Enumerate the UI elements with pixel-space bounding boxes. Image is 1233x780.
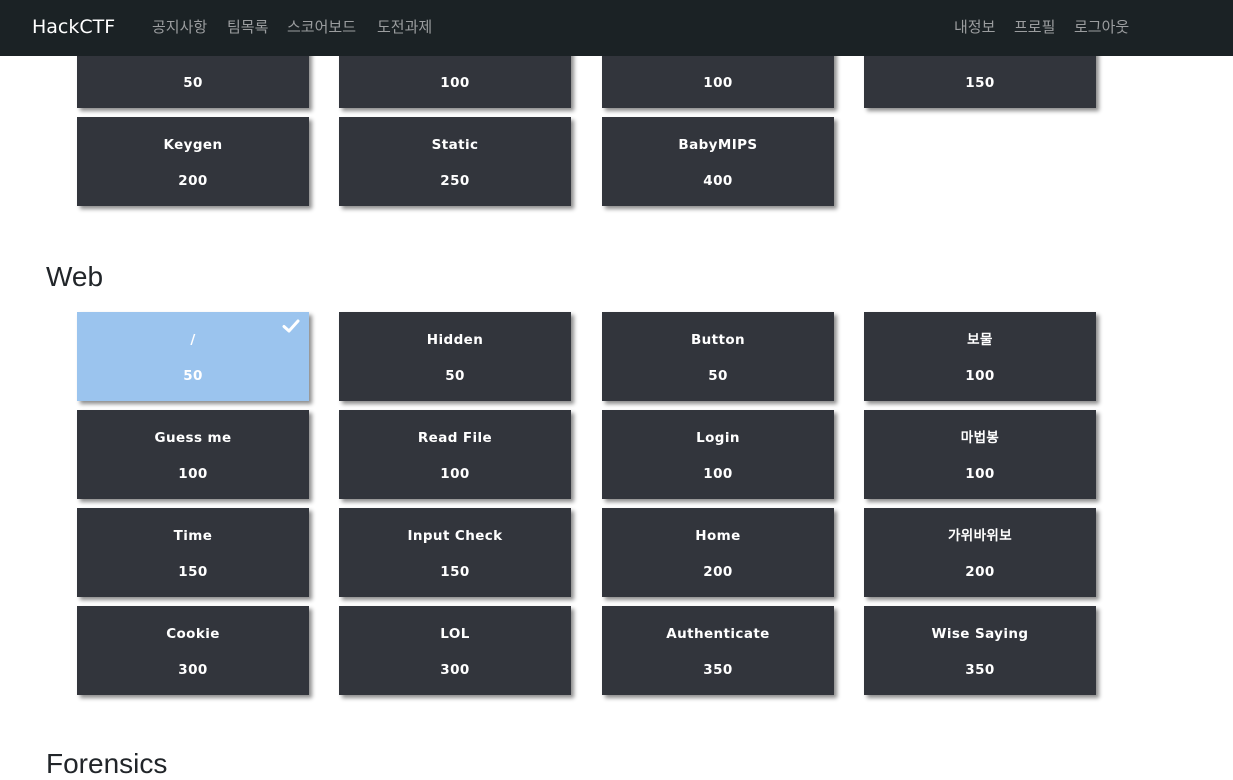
challenge-card[interactable]: 가위바위보 200	[864, 508, 1096, 597]
nav-link-logout[interactable]: 로그아웃	[1074, 17, 1129, 37]
nav-link-notices[interactable]: 공지사항	[152, 17, 207, 37]
challenge-points: 150	[440, 564, 470, 580]
challenge-name: Login	[696, 430, 740, 446]
challenge-card[interactable]: LOL 300	[339, 606, 571, 695]
challenge-card[interactable]: Hidden 50	[339, 312, 571, 401]
challenge-card[interactable]: Button 50	[602, 312, 834, 401]
challenge-card[interactable]: Read File 100	[339, 410, 571, 499]
challenge-name: /	[190, 332, 196, 348]
challenge-points: 200	[965, 564, 995, 580]
challenge-name: Button	[690, 332, 746, 348]
challenge-name: Time	[173, 528, 213, 544]
challenge-points: 350	[703, 662, 733, 678]
nav-link-profile[interactable]: 프로필	[1014, 17, 1055, 37]
challenge-points: 50	[183, 75, 203, 91]
section-title-web: Web	[46, 261, 104, 292]
challenge-name: 가위바위보	[947, 528, 1013, 544]
challenge-points: 150	[965, 75, 995, 91]
challenge-card[interactable]: Wise Saying 350	[864, 606, 1096, 695]
challenge-card[interactable]: BabyMIPS 400	[602, 117, 834, 206]
section-title-forensics: Forensics	[46, 748, 168, 779]
brand-logo[interactable]: HackCTF	[32, 14, 115, 40]
challenge-points: 300	[178, 662, 208, 678]
challenge-name: Guess me	[154, 430, 232, 446]
challenge-card[interactable]: Guess me 100	[77, 410, 309, 499]
challenge-name: Hidden	[426, 332, 484, 348]
top-navbar: HackCTF 공지사항 팀목록 스코어보드 도전과제 내정보 프로필 로그아웃	[0, 0, 1233, 56]
challenge-points: 100	[703, 466, 733, 482]
challenge-points: 250	[440, 173, 470, 189]
challenge-points: 200	[178, 173, 208, 189]
challenge-name: 마법봉	[960, 430, 1000, 446]
challenge-points: 50	[708, 368, 728, 384]
challenge-points: 100	[440, 75, 470, 91]
challenge-points: 400	[703, 173, 733, 189]
challenge-name: Read File	[417, 430, 493, 446]
challenge-points: 100	[965, 466, 995, 482]
challenge-points: 100	[703, 75, 733, 91]
challenge-points: 300	[440, 662, 470, 678]
challenge-name: Keygen	[163, 137, 223, 153]
challenge-name: LOL	[440, 626, 470, 642]
challenge-points: 200	[703, 564, 733, 580]
nav-link-teams[interactable]: 팀목록	[227, 17, 268, 37]
nav-link-challenges[interactable]: 도전과제	[377, 17, 432, 37]
challenge-name: 보물	[967, 332, 993, 348]
challenge-card[interactable]: Time 150	[77, 508, 309, 597]
challenge-card[interactable]: Home 200	[602, 508, 834, 597]
challenge-card[interactable]: 마법봉 100	[864, 410, 1096, 499]
challenge-card[interactable]: 보물 100	[864, 312, 1096, 401]
challenge-card[interactable]: Authenticate 350	[602, 606, 834, 695]
challenge-name: Input Check	[407, 528, 503, 544]
challenge-card-solved[interactable]: / 50	[77, 312, 309, 401]
challenge-points: 350	[965, 662, 995, 678]
challenge-name: Cookie	[166, 626, 220, 642]
challenge-card[interactable]: Static 250	[339, 117, 571, 206]
nav-link-myinfo[interactable]: 내정보	[954, 17, 995, 37]
challenge-name: Wise Saying	[931, 626, 1029, 642]
challenge-points: 100	[965, 368, 995, 384]
challenge-card[interactable]: Cookie 300	[77, 606, 309, 695]
nav-link-scoreboard[interactable]: 스코어보드	[287, 17, 356, 37]
challenge-name: BabyMIPS	[678, 137, 758, 153]
challenge-points: 100	[440, 466, 470, 482]
challenge-name: Static	[431, 137, 479, 153]
challenge-name: Authenticate	[666, 626, 770, 642]
challenge-points: 50	[183, 368, 203, 384]
challenge-points: 150	[178, 564, 208, 580]
challenge-card[interactable]: Login 100	[602, 410, 834, 499]
challenge-points: 50	[445, 368, 465, 384]
challenge-name: Home	[695, 528, 741, 544]
challenge-card[interactable]: Input Check 150	[339, 508, 571, 597]
challenge-points: 100	[178, 466, 208, 482]
challenge-card[interactable]: Keygen 200	[77, 117, 309, 206]
